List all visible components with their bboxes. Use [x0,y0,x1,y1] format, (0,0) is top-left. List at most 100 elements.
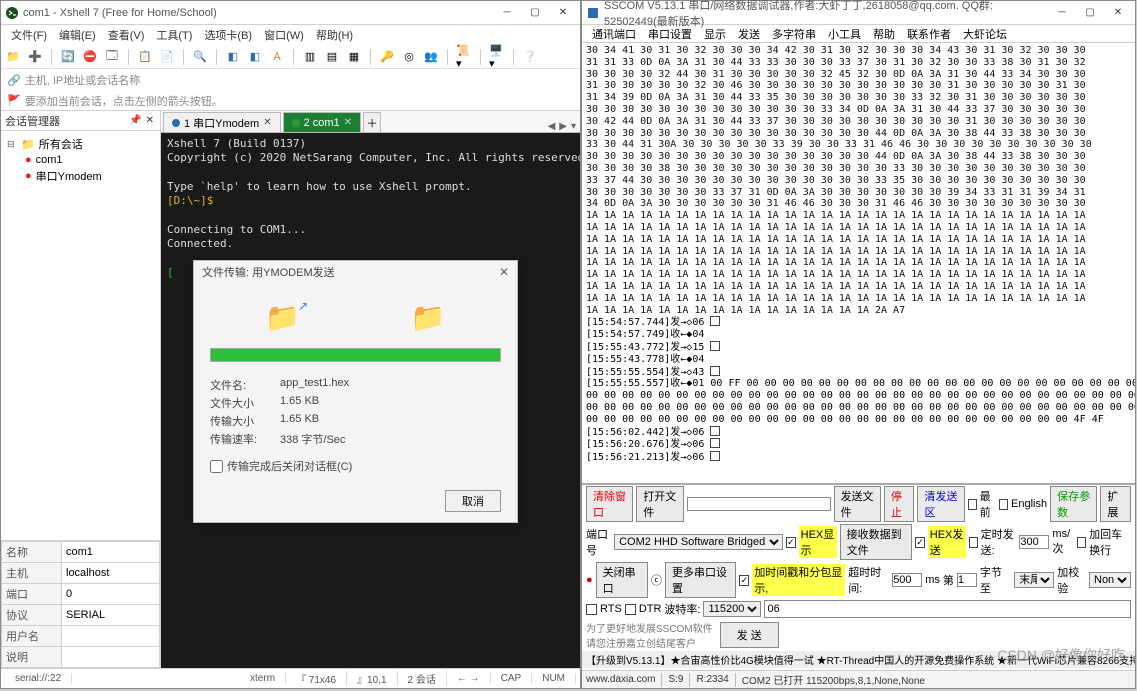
menu-edit[interactable]: 编辑(E) [53,25,102,45]
timed-interval-input[interactable] [1019,535,1049,549]
tree-item-com1[interactable]: com1 [36,154,63,166]
menu-tools[interactable]: 工具(T) [150,25,198,45]
lock-icon[interactable]: 🔑 [379,49,395,65]
tree-root[interactable]: 所有会话 [39,136,83,152]
disconnect-icon[interactable]: ⛔ [82,49,98,65]
open-icon[interactable]: 📁 [5,49,21,65]
help-icon[interactable]: ❔ [522,49,538,65]
sscom-controls: 清除窗口 打开文件 发送文件 停止 清发送区 最前 English 保存参数 扩… [582,483,1135,670]
menu-port[interactable]: 通讯端口 [586,25,642,43]
address-bar[interactable]: 🔗 主机, IP地址或会话名称 [1,69,580,91]
min-button[interactable]: ─ [1049,4,1075,22]
stop-button[interactable]: 停止 [884,486,915,522]
tab-ymodem[interactable]: 1 串口Ymodem ✕ [163,112,281,132]
dtr-checkbox[interactable] [625,604,636,615]
close-port-button[interactable]: 关闭串口 [596,562,648,598]
color2-icon[interactable]: ◧ [247,49,263,65]
pin-icon[interactable]: 📌 [127,115,143,126]
copy-icon[interactable]: 📋 [137,49,153,65]
send-file-button[interactable]: 发送文件 [834,486,881,522]
save-param-button[interactable]: 保存参数 [1050,486,1097,522]
status-xterm: xterm [240,673,286,684]
cancel-button[interactable]: 取消 [445,490,501,512]
tab-next-icon[interactable]: ▶ [559,121,567,132]
hex-display-checkbox[interactable] [786,537,796,548]
rts-checkbox[interactable] [586,604,597,615]
max-button[interactable]: ▢ [522,4,548,22]
xshell-menubar: 文件(F) 编辑(E) 查看(V) 工具(T) 选项卡(B) 窗口(W) 帮助(… [1,25,580,45]
file-path-input[interactable] [687,497,831,511]
menu-contact[interactable]: 联系作者 [901,25,957,43]
save-to-file-button[interactable]: 接收数据到文件 [840,524,913,560]
address-placeholder: 主机, IP地址或会话名称 [25,72,141,88]
users-icon[interactable]: 👥 [423,49,439,65]
menu-display[interactable]: 显示 [698,25,732,43]
panel3-icon[interactable]: ▦ [346,49,362,65]
timeout-input[interactable] [892,573,922,587]
search-icon[interactable]: 🔍 [192,49,208,65]
min-button[interactable]: ─ [494,4,520,22]
ymodem-close-icon[interactable]: ✕ [499,265,509,279]
menu-forum[interactable]: 大虾论坛 [957,25,1013,43]
panel1-icon[interactable]: ▥ [302,49,318,65]
target-icon[interactable]: ◎ [401,49,417,65]
expand-button[interactable]: 扩展 [1100,486,1131,522]
menu-multistr[interactable]: 多字符串 [766,25,822,43]
checksum-select[interactable]: None [1089,572,1131,588]
open-file-button[interactable]: 打开文件 [636,486,683,522]
menu-help[interactable]: 帮助(H) [310,25,359,45]
hex-output[interactable]: 30 34 41 30 31 30 32 30 30 30 34 42 30 3… [582,43,1135,483]
menu-view[interactable]: 查看(V) [102,25,151,45]
tab-add[interactable]: ＋ [363,112,381,132]
panel2-icon[interactable]: ▤ [324,49,340,65]
send-button[interactable]: 发 送 [720,622,779,648]
ymodem-dialog: 文件传输: 用YMODEM发送 ✕ 📁↗ 📁 文件名:app_test1.hex… [193,260,518,523]
misc-icon[interactable]: 🖥️▾ [489,49,505,65]
add-icon[interactable]: ➕ [27,49,43,65]
status-arrows: ← → [447,673,491,684]
green-dot-icon [172,119,180,127]
timed-send-checkbox[interactable] [969,537,978,548]
send-text-input[interactable] [764,600,1131,618]
paste-icon[interactable]: 📄 [159,49,175,65]
session-icon: ● [25,154,32,166]
tail-select[interactable]: 末尾 [1014,572,1054,588]
tab-close-icon[interactable]: ✕ [263,117,271,128]
close-after-checkbox[interactable] [210,460,223,473]
menu-window[interactable]: 窗口(W) [258,25,310,45]
baud-select[interactable]: 115200 [703,601,761,617]
max-button[interactable]: ▢ [1077,4,1103,22]
clear-window-button[interactable]: 清除窗口 [586,486,633,522]
port-select[interactable]: COM2 HHD Software Bridged [614,534,783,550]
tab-close-icon[interactable]: ✕ [344,117,352,128]
tab-com1[interactable]: 2 com1 ✕ [283,112,361,132]
script-icon[interactable]: 📜▾ [456,49,472,65]
panel-close-icon[interactable]: ✕ [144,115,156,126]
clear-send-button[interactable]: 清发送区 [917,486,964,522]
font-icon[interactable]: A [269,49,285,65]
session-manager-panel: 会话管理器 📌 ✕ ⊟ 📁 所有会话 ● com1 ● 串口Ymodem [1,111,161,668]
menu-send[interactable]: 发送 [732,25,766,43]
color1-icon[interactable]: ◧ [225,49,241,65]
byte-from-input[interactable] [957,573,977,587]
menu-tab[interactable]: 选项卡(B) [198,25,258,45]
menu-tools[interactable]: 小工具 [822,25,867,43]
menu-serial[interactable]: 串口设置 [642,25,698,43]
xshell-title: com1 - Xshell 7 (Free for Home/School) [23,7,494,19]
menu-help[interactable]: 帮助 [867,25,901,43]
tree-toggle[interactable]: ⊟ [7,139,17,150]
english-checkbox[interactable] [999,499,1008,510]
reconnect-icon[interactable]: 🔄 [60,49,76,65]
topmost-checkbox[interactable] [968,499,977,510]
hex-send-checkbox[interactable] [915,537,925,548]
close-button[interactable]: ✕ [1105,4,1131,22]
tab-menu-icon[interactable]: ▾ [571,121,576,132]
crlf-checkbox[interactable] [1077,537,1086,548]
tree-item-ymodem[interactable]: 串口Ymodem [36,168,102,184]
more-config-button[interactable]: 更多串口设置 [665,562,736,598]
properties-icon[interactable]: 🗔 [104,49,120,65]
timestamp-checkbox[interactable] [739,575,749,586]
close-button[interactable]: ✕ [550,4,576,22]
menu-file[interactable]: 文件(F) [5,25,53,45]
tab-prev-icon[interactable]: ◀ [548,121,556,132]
